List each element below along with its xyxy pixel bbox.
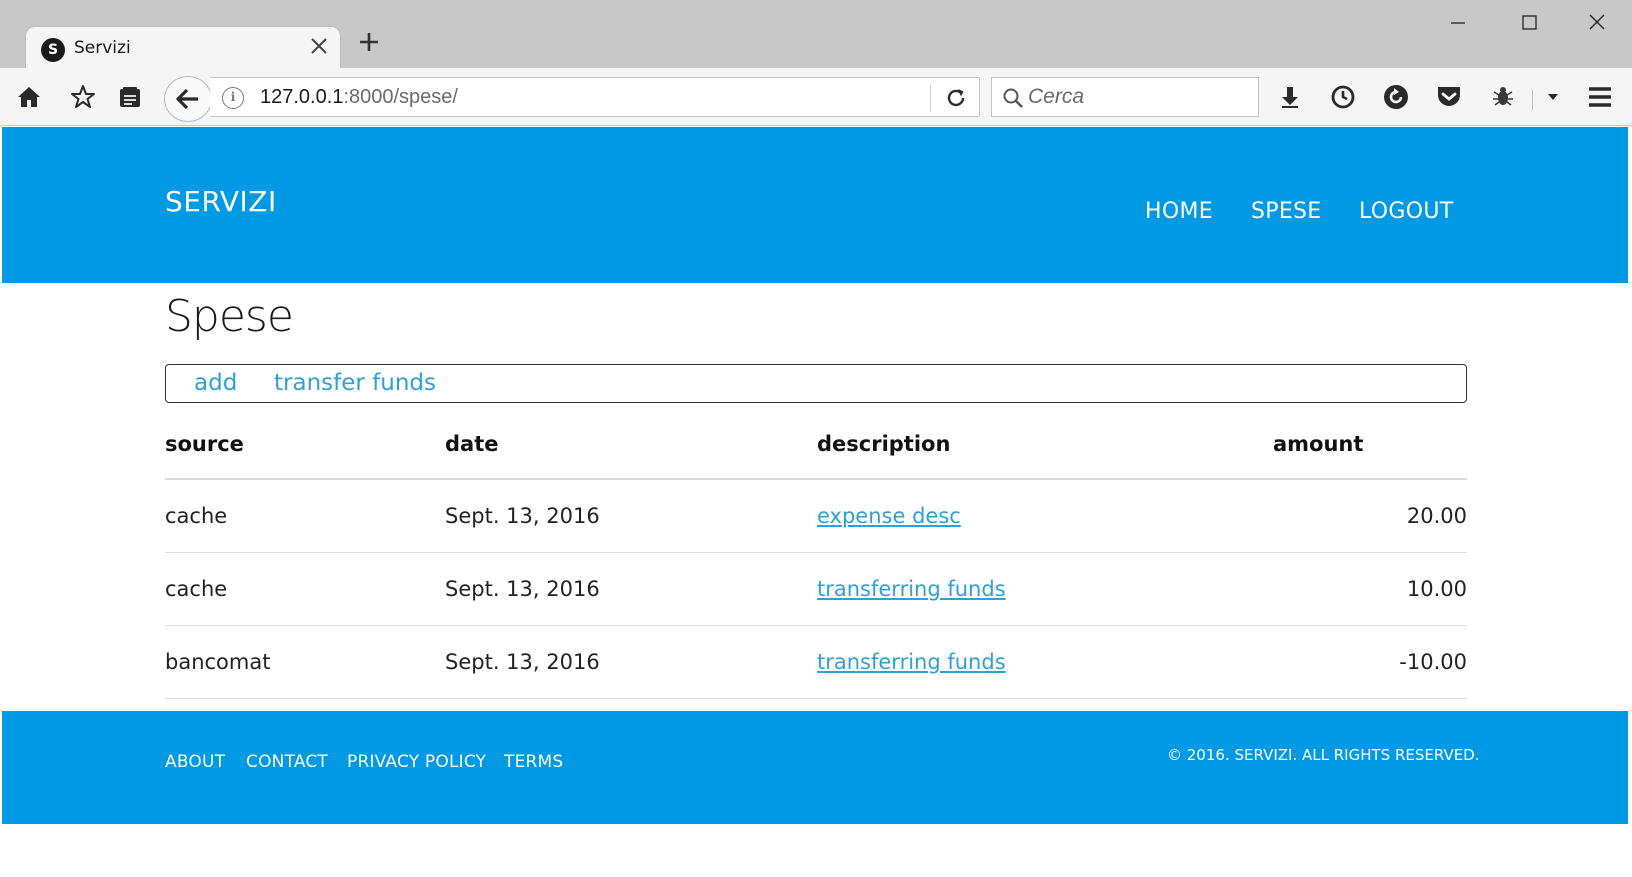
pocket-icon[interactable]: [1434, 82, 1464, 112]
extension-bug-icon[interactable]: [1488, 82, 1518, 112]
back-arrow-icon: [176, 88, 198, 110]
toolbar-divider: [1532, 90, 1533, 110]
copyright-text: © 2016. SERVIZI. ALL RIGHTS RESERVED.: [1167, 746, 1480, 764]
site-favicon-icon: S: [41, 38, 65, 62]
description-link[interactable]: transferring funds: [817, 650, 1006, 674]
cell-source: cache: [165, 479, 445, 553]
cell-source: bancomat: [165, 625, 445, 699]
url-separator: [930, 84, 931, 112]
column-header-date: date: [445, 409, 817, 480]
nav-logout-link[interactable]: LOGOUT: [1359, 199, 1454, 224]
download-icon[interactable]: [1275, 82, 1305, 112]
browser-tab[interactable]: S Servizi: [25, 26, 341, 70]
table-row: bancomat Sept. 13, 2016 transferring fun…: [165, 625, 1467, 699]
table-row: cache Sept. 13, 2016 expense desc 20.00: [165, 479, 1467, 553]
search-icon: [1002, 87, 1024, 113]
home-icon[interactable]: [14, 82, 44, 112]
search-input[interactable]: [1028, 78, 1248, 116]
actions-bar: add transfer funds: [165, 364, 1467, 403]
reading-list-icon[interactable]: [115, 82, 145, 112]
site-brand[interactable]: SERVIZI: [165, 185, 277, 218]
cell-amount: 10.00: [1267, 552, 1467, 626]
table-row: cache Sept. 13, 2016 transferring funds …: [165, 552, 1467, 626]
cell-date: Sept. 13, 2016: [445, 625, 817, 699]
url-host: 127.0.0.1: [260, 86, 344, 108]
page-info-icon[interactable]: i: [222, 87, 244, 109]
tab-close-icon[interactable]: [306, 35, 332, 61]
url-text[interactable]: 127.0.0.1:8000/spese/: [260, 86, 458, 109]
footer-about-link[interactable]: ABOUT: [165, 752, 225, 772]
window-maximize-button[interactable]: [1509, 8, 1549, 40]
column-header-source: source: [165, 409, 445, 480]
site-header: SERVIZI HOME SPESE LOGOUT: [2, 127, 1628, 283]
cell-source: cache: [165, 552, 445, 626]
web-page: SERVIZI HOME SPESE LOGOUT Spese add tran…: [0, 127, 1632, 877]
page-title: Spese: [165, 291, 294, 342]
column-header-amount: amount: [1267, 409, 1467, 480]
footer-contact-link[interactable]: CONTACT: [246, 752, 328, 772]
cell-amount: -10.00: [1267, 625, 1467, 699]
site-footer: ABOUT CONTACT PRIVACY POLICY TERMS © 201…: [2, 711, 1628, 824]
history-clock-icon[interactable]: [1328, 82, 1358, 112]
cell-date: Sept. 13, 2016: [445, 552, 817, 626]
cell-date: Sept. 13, 2016: [445, 479, 817, 553]
back-button[interactable]: [164, 76, 212, 122]
footer-privacy-policy-link[interactable]: PRIVACY POLICY: [347, 752, 486, 772]
transfer-funds-link[interactable]: transfer funds: [274, 370, 436, 396]
bookmark-star-icon[interactable]: [68, 82, 98, 112]
browser-tab-strip: S Servizi: [0, 0, 1632, 70]
sync-icon[interactable]: [1381, 82, 1411, 112]
menu-hamburger-icon[interactable]: [1585, 82, 1615, 112]
search-bar[interactable]: [991, 77, 1259, 117]
description-link[interactable]: transferring funds: [817, 577, 1006, 601]
add-link[interactable]: add: [194, 370, 237, 396]
footer-terms-link[interactable]: TERMS: [504, 752, 563, 772]
chevron-down-icon[interactable]: [1538, 82, 1568, 112]
browser-toolbar: i 127.0.0.1:8000/spese/: [0, 68, 1632, 126]
url-path: :8000/spese/: [343, 86, 458, 108]
column-header-description: description: [817, 409, 1267, 480]
tab-title: Servizi: [74, 38, 131, 58]
cell-description: transferring funds: [817, 625, 1267, 699]
cell-description: transferring funds: [817, 552, 1267, 626]
table-header-row: source date description amount: [165, 409, 1467, 480]
new-tab-button[interactable]: [355, 30, 383, 58]
address-bar[interactable]: i 127.0.0.1:8000/spese/: [210, 77, 980, 117]
window-minimize-button[interactable]: [1438, 8, 1478, 40]
expenses-table: source date description amount cache Sep…: [165, 409, 1467, 699]
cell-description: expense desc: [817, 479, 1267, 553]
reload-icon[interactable]: [944, 86, 968, 110]
cell-amount: 20.00: [1267, 479, 1467, 553]
description-link[interactable]: expense desc: [817, 504, 961, 528]
nav-home-link[interactable]: HOME: [1145, 199, 1213, 224]
nav-spese-link[interactable]: SPESE: [1251, 199, 1322, 224]
window-close-button[interactable]: [1577, 8, 1617, 40]
